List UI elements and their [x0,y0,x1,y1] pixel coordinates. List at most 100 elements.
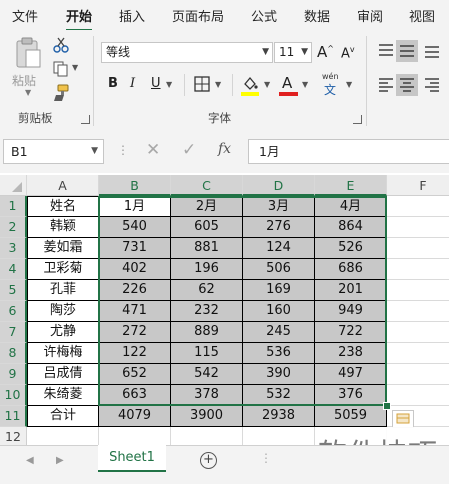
row-header-9[interactable]: 9 [0,364,27,385]
table-cell[interactable]: 124 [243,238,315,259]
table-cell[interactable]: 卫彩菊 [27,259,99,280]
table-cell[interactable]: 881 [171,238,243,259]
align-left-button[interactable] [376,76,396,94]
table-cell[interactable]: 169 [243,280,315,301]
top-align-button[interactable] [376,42,396,60]
sheet-tab-sheet1[interactable]: Sheet1 [98,445,166,472]
tab-split-handle-icon[interactable]: ⋮ [260,451,272,465]
bottom-align-button[interactable] [422,42,442,60]
table-cell[interactable]: 889 [171,322,243,343]
phonetic-guide-button[interactable]: wén 文 [320,72,344,98]
format-painter-button[interactable] [52,84,70,102]
font-name-select[interactable]: 等线 ▼ [101,42,273,63]
more-options-icon[interactable]: ⋮ [117,143,129,157]
row-header-1[interactable]: 1 [0,196,27,217]
table-cell[interactable]: 合计 [27,406,99,427]
row-header-5[interactable]: 5 [0,280,27,301]
table-cell[interactable]: 536 [243,343,315,364]
table-cell[interactable]: 5059 [315,406,387,427]
column-header-a[interactable]: A [27,175,99,196]
table-cell[interactable]: 376 [315,385,387,406]
add-sheet-icon[interactable]: + [200,452,217,469]
cancel-icon[interactable]: ✕ [146,140,160,160]
column-header-b[interactable]: B [99,175,171,196]
paste-button[interactable]: 粘贴 ▼ [10,36,46,97]
clipboard-launcher-icon[interactable] [81,115,90,124]
header-cell[interactable]: 3月 [243,196,315,217]
table-cell[interactable]: 122 [99,343,171,364]
name-box[interactable]: B1 ▼ [3,139,104,164]
table-cell[interactable]: 4079 [99,406,171,427]
table-cell[interactable]: 196 [171,259,243,280]
phonetic-dropdown-icon[interactable]: ▼ [346,80,352,89]
table-cell[interactable]: 272 [99,322,171,343]
table-cell[interactable]: 378 [171,385,243,406]
table-cell[interactable]: 663 [99,385,171,406]
borders-button[interactable] [193,75,211,93]
table-cell[interactable]: 864 [315,217,387,238]
borders-dropdown-icon[interactable]: ▼ [215,80,221,89]
underline-button[interactable]: U [151,76,161,91]
table-cell[interactable]: 孔菲 [27,280,99,301]
table-cell[interactable]: 201 [315,280,387,301]
row-header-3[interactable]: 3 [0,238,27,259]
fill-handle[interactable] [383,402,391,410]
tab-page-layout[interactable]: 页面布局 [172,6,224,25]
table-cell[interactable]: 506 [243,259,315,280]
row-header-7[interactable]: 7 [0,322,27,343]
table-cell[interactable]: 497 [315,364,387,385]
cut-button[interactable] [52,36,70,54]
table-cell[interactable]: 390 [243,364,315,385]
table-cell[interactable]: 471 [99,301,171,322]
table-cell[interactable]: 115 [171,343,243,364]
worksheet-grid[interactable]: ABCDEF 12345678910111213 姓名1月2月3月4月韩颖540… [0,175,449,477]
table-cell[interactable]: 韩颖 [27,217,99,238]
fill-color-dropdown-icon[interactable]: ▼ [264,80,270,89]
fill-color-button[interactable] [240,74,260,96]
table-cell[interactable]: 吕成倩 [27,364,99,385]
underline-dropdown-icon[interactable]: ▼ [166,80,172,89]
middle-align-button[interactable] [396,40,418,62]
font-launcher-icon[interactable] [353,115,362,124]
table-cell[interactable]: 许梅梅 [27,343,99,364]
header-cell[interactable]: 姓名 [27,196,99,217]
enter-check-icon[interactable]: ✓ [182,140,196,160]
table-cell[interactable]: 402 [99,259,171,280]
insert-function-icon[interactable]: fx [218,141,231,157]
table-cell[interactable]: 232 [171,301,243,322]
header-cell[interactable]: 4月 [315,196,387,217]
chevron-down-icon[interactable]: ▼ [91,140,98,163]
table-cell[interactable]: 3900 [171,406,243,427]
row-header-4[interactable]: 4 [0,259,27,280]
scroll-prev-sheet-icon[interactable]: ◀ [26,455,34,466]
tab-review[interactable]: 审阅 [357,6,383,25]
column-header-c[interactable]: C [171,175,243,196]
column-header-e[interactable]: E [315,175,387,196]
table-cell[interactable]: 722 [315,322,387,343]
scroll-next-sheet-icon[interactable]: ▶ [56,455,64,466]
table-cell[interactable]: 532 [243,385,315,406]
table-cell[interactable]: 陶莎 [27,301,99,322]
active-cell[interactable]: 1月 [99,196,171,217]
table-cell[interactable]: 652 [99,364,171,385]
copy-dropdown-icon[interactable]: ▼ [72,63,78,72]
font-color-dropdown-icon[interactable]: ▼ [302,80,308,89]
table-cell[interactable]: 160 [243,301,315,322]
formula-input[interactable]: 1月 [248,139,449,164]
font-size-select[interactable]: 11 ▼ [274,42,312,63]
tab-formulas[interactable]: 公式 [251,6,277,25]
table-cell[interactable]: 朱绮菱 [27,385,99,406]
tab-data[interactable]: 数据 [304,6,330,25]
row-header-2[interactable]: 2 [0,217,27,238]
decrease-font-size-button[interactable]: Av [341,45,355,61]
quick-analysis-button[interactable] [392,410,414,428]
row-header-6[interactable]: 6 [0,301,27,322]
tab-file[interactable]: 文件 [12,6,38,25]
column-header-d[interactable]: D [243,175,315,196]
align-center-button[interactable] [396,74,418,96]
table-cell[interactable]: 62 [171,280,243,301]
italic-button[interactable]: I [130,76,135,91]
table-cell[interactable]: 姜如霜 [27,238,99,259]
table-cell[interactable]: 245 [243,322,315,343]
bold-button[interactable]: B [108,76,118,91]
